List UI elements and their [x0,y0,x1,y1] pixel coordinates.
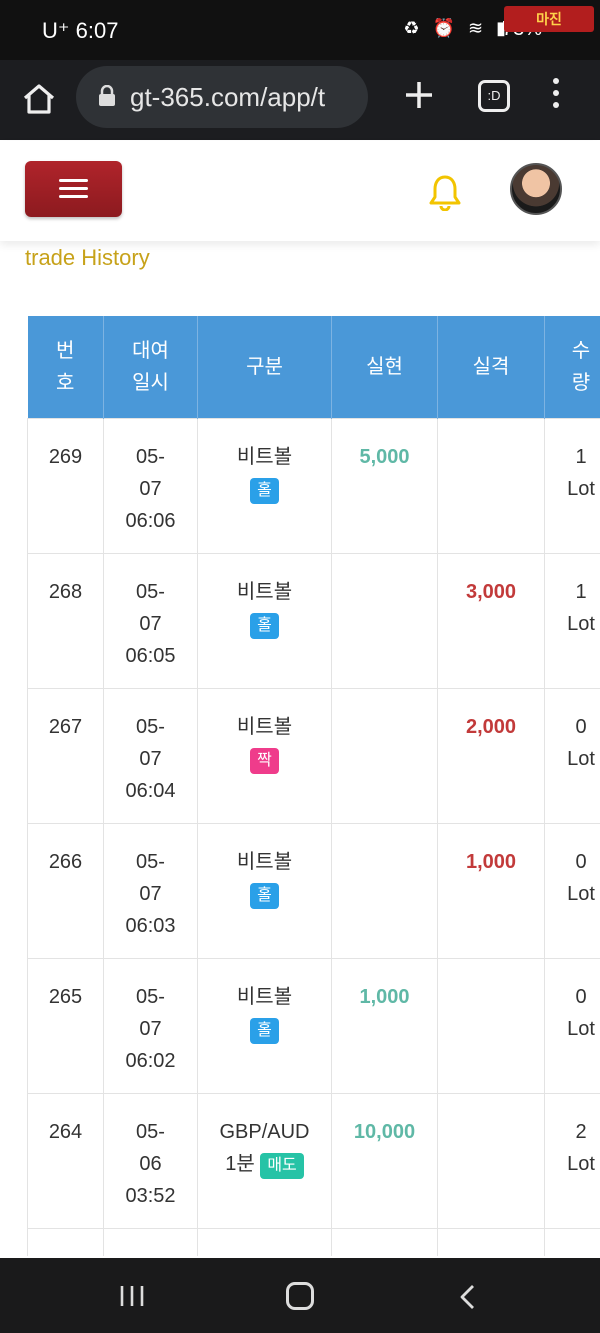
cell-date: 05- 07 06:06 [103,417,198,554]
recents-icon[interactable] [118,1284,146,1308]
table-header-row: 번호 대여 일시 구분 실현 실격 수량 [27,316,600,418]
cell-date: 05- 06 03:52 [103,1092,198,1229]
cell-loss: 3,000 [437,552,545,689]
cell-date: 05- [103,1227,198,1256]
cell-loss: 2,000 [437,687,545,824]
system-nav-bar [0,1258,600,1333]
cell-number: 264 [27,1092,104,1229]
app-header [0,141,600,241]
cell-number: 265 [27,957,104,1094]
type-badge: 홀 [250,477,279,504]
cell-quantity: 0 Lot [544,822,600,959]
cell-number: 266 [27,822,104,959]
header-type: 구분 [197,316,332,418]
cell-number: 267 [27,687,104,824]
cell-date: 05- 07 06:04 [103,687,198,824]
cell-loss: 1,000 [437,822,545,959]
cell-type: 비트볼 홀 [197,552,332,689]
lock-icon [99,85,115,106]
cell-type: 비트볼 홀 [197,957,332,1094]
page-title: trade History [25,245,150,270]
cell-number: 269 [27,417,104,554]
cell-number: 268 [27,552,104,689]
cell-quantity: 0 Lot [544,687,600,824]
cell-quantity: 1 [544,1227,600,1256]
cell-profit [331,552,438,689]
back-icon[interactable] [458,1284,478,1310]
plus-icon[interactable] [402,78,436,112]
header-date: 대여 일시 [103,316,198,418]
trade-history-table: 번호 대여 일시 구분 실현 실격 수량 269 05- 07 06:06 비트볼 홀 5,0… [27,316,600,1256]
table-row[interactable]: 268 05- 07 06:05 비트볼 홀 3,000 1 Lot [27,552,600,689]
table-row[interactable]: 266 05- 07 06:03 비트볼 홀 1,000 0 Lot [27,822,600,959]
status-bar: U⁺ 6:07 ♻ ⏰ ≋ ▮ 73% 마진 [0,0,600,60]
type-badge: 홀 [250,1017,279,1044]
type-badge: 홀 [250,612,279,639]
type-badge: 짝 [250,747,279,774]
cell-profit [331,822,438,959]
header-number: 번호 [27,316,104,418]
cell-type: GBP/AUD 1분 매도 [197,1092,332,1229]
cell-loss [437,957,545,1094]
cell-type: GBP/AUD [197,1227,332,1256]
cell-loss [437,417,545,554]
cell-type: 비트볼 홀 [197,822,332,959]
hamburger-menu-button[interactable] [25,161,122,217]
home-button-icon[interactable] [286,1282,314,1310]
cell-profit: 10,000 [331,1092,438,1229]
carrier-time: U⁺ 6:07 [42,18,119,43]
cell-loss: 5,000 [437,1227,545,1256]
cell-date: 05- 07 06:05 [103,552,198,689]
type-badge: 홀 [250,882,279,909]
tabs-icon[interactable]: :D [478,80,510,112]
cell-quantity: 0 Lot [544,957,600,1094]
watermark-logo: 마진 [504,6,594,32]
header-profit: 실현 [331,316,438,418]
url-text: gt-365.com/app/t [130,82,326,112]
header-quantity: 수량 [544,316,600,418]
table-row[interactable]: 26305-GBP/AUD 5,0001 [27,1227,600,1256]
browser-toolbar: gt-365.com/app/t :D [0,60,600,140]
cell-profit: 1,000 [331,957,438,1094]
overflow-menu-icon[interactable] [550,78,562,112]
cell-profit: 5,000 [331,417,438,554]
cell-type: 비트볼 홀 [197,417,332,554]
cell-quantity: 1 Lot [544,552,600,689]
cell-date: 05- 07 06:02 [103,957,198,1094]
cell-date: 05- 07 06:03 [103,822,198,959]
cell-quantity: 2 Lot [544,1092,600,1229]
table-row[interactable]: 269 05- 07 06:06 비트볼 홀 5,000 1 Lot [27,417,600,554]
table-row[interactable]: 264 05- 06 03:52 GBP/AUD 1분 매도 10,000 2 Lot [27,1092,600,1229]
cell-profit [331,1227,438,1256]
cell-type: 비트볼 짝 [197,687,332,824]
home-icon[interactable] [22,82,56,116]
type-badge: 매도 [260,1152,304,1179]
address-bar[interactable]: gt-365.com/app/t [76,66,368,128]
table-row[interactable]: 267 05- 07 06:04 비트볼 짝 2,000 0 Lot [27,687,600,824]
status-icons: ♻ ⏰ ≋ ▮ [403,18,510,38]
cell-loss [437,1092,545,1229]
header-loss: 실격 [437,316,545,418]
table-row[interactable]: 265 05- 07 06:02 비트볼 홀 1,000 0 Lot [27,957,600,1094]
cell-number: 263 [27,1227,104,1256]
avatar[interactable] [510,163,562,215]
cell-quantity: 1 Lot [544,417,600,554]
cell-profit [331,687,438,824]
bell-icon[interactable] [428,173,462,211]
